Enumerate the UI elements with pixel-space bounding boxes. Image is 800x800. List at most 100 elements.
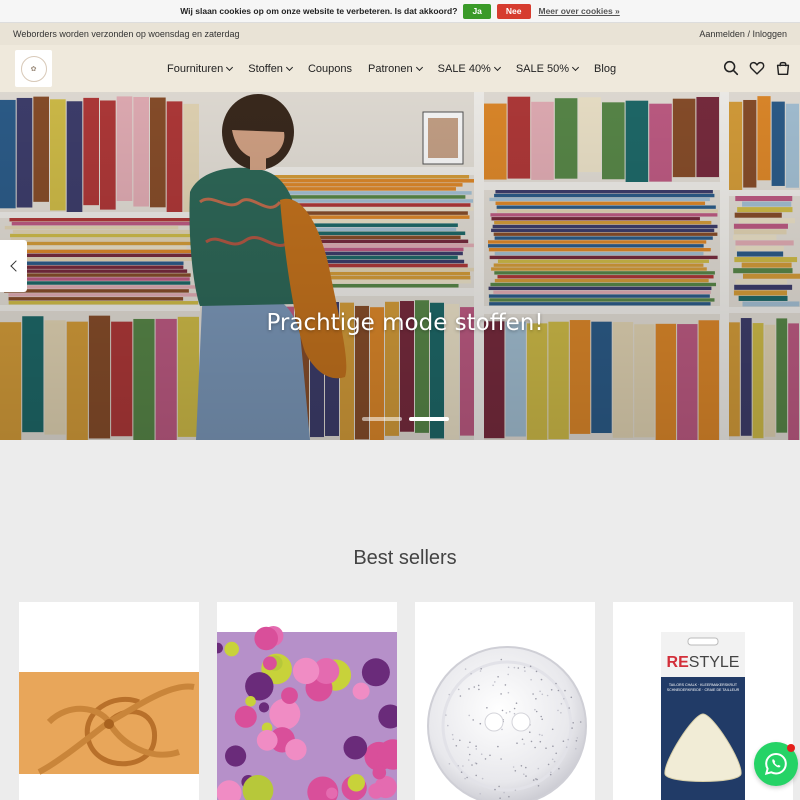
nav-item-stoffen[interactable]: Stoffen [248, 63, 293, 75]
cookie-decline-button[interactable]: Nee [496, 3, 531, 19]
glitter-speck [467, 746, 469, 749]
glitter-speck [503, 791, 505, 794]
glitter-speck [546, 694, 549, 697]
glitter-speck [470, 672, 472, 675]
cart-icon[interactable] [774, 59, 792, 77]
nav-item-coupons[interactable]: Coupons [308, 63, 352, 75]
glitter-speck [551, 758, 554, 761]
cookie-message: Wij slaan cookies op om onze website te … [180, 6, 458, 16]
nav-item-fournituren[interactable]: Fournituren [167, 63, 234, 75]
chalk-brand-text: RESTYLE [667, 654, 740, 671]
glitter-speck [517, 667, 520, 669]
flower-motif [281, 687, 298, 704]
slider-dot[interactable] [362, 417, 402, 421]
glitter-speck [452, 738, 454, 741]
slider-prev-button[interactable] [0, 240, 27, 292]
glitter-speck [468, 688, 470, 690]
chevron-down-icon [415, 63, 423, 71]
glitter-speck [457, 764, 460, 767]
glitter-speck [471, 764, 473, 766]
glitter-speck [551, 728, 554, 731]
glitter-speck [572, 722, 574, 724]
glitter-speck [555, 682, 557, 685]
hero-image [0, 92, 800, 440]
header-actions [714, 59, 792, 77]
flower-motif [269, 698, 301, 730]
glitter-speck [532, 693, 534, 695]
glitter-speck [523, 743, 525, 745]
hero-caption: Prachtige mode stoffen! [266, 310, 544, 336]
flower-motif [343, 735, 368, 760]
glitter-speck [494, 681, 496, 683]
flower-motif [352, 682, 370, 700]
glitter-speck [475, 745, 477, 747]
glitter-speck [455, 745, 458, 747]
login-link[interactable]: Aanmelden [699, 29, 745, 39]
product-card[interactable] [217, 602, 397, 800]
glitter-speck [536, 778, 538, 781]
glitter-speck [451, 733, 454, 736]
glitter-speck [560, 703, 563, 705]
glitter-speck [480, 668, 482, 670]
glitter-speck [523, 773, 525, 775]
chevron-down-icon [226, 63, 234, 71]
glitter-speck [505, 712, 508, 714]
glitter-speck [539, 740, 542, 743]
glitter-speck [524, 670, 526, 672]
glitter-speck [513, 712, 516, 715]
flower-motif [263, 656, 277, 671]
chevron-down-icon [572, 63, 580, 71]
glitter-speck [474, 762, 477, 764]
nav-item-sale-50[interactable]: SALE 50% [515, 62, 580, 75]
flower-motif [225, 745, 247, 767]
glitter-speck [473, 686, 476, 688]
flower-motif [292, 657, 320, 685]
glitter-speck [475, 748, 478, 750]
glitter-speck [520, 765, 523, 767]
glitter-speck [501, 709, 504, 712]
product-card[interactable] [19, 602, 199, 800]
cookie-more-link[interactable]: Meer over cookies » [539, 6, 620, 16]
glitter-speck [537, 767, 540, 770]
slider-dot-active[interactable] [409, 417, 449, 421]
flower-motif [368, 783, 384, 799]
glitter-speck [563, 697, 565, 700]
glitter-speck [535, 710, 538, 713]
register-link[interactable]: Inloggen [752, 29, 787, 39]
heart-icon[interactable] [748, 59, 766, 77]
glitter-speck [512, 766, 515, 768]
product-card[interactable] [415, 602, 595, 800]
search-icon[interactable] [722, 59, 740, 77]
glitter-speck [521, 738, 524, 741]
site-logo[interactable]: ✿ [15, 50, 52, 87]
glitter-speck [571, 727, 573, 729]
glitter-speck [534, 708, 536, 711]
glitter-speck [464, 668, 467, 670]
glitter-speck [499, 797, 501, 799]
best-sellers-title: Best sellers [353, 547, 457, 569]
glitter-speck [464, 777, 466, 780]
product-image-glitter-button [427, 646, 587, 800]
glitter-speck [538, 733, 541, 736]
glitter-speck [575, 747, 577, 750]
nav-item-sale-40[interactable]: SALE 40% [438, 63, 501, 75]
glitter-speck [549, 773, 552, 776]
glitter-speck [550, 771, 552, 774]
glitter-speck [479, 722, 482, 725]
glitter-speck [466, 776, 468, 779]
nav-item-blog[interactable]: Blog [594, 63, 616, 75]
glitter-speck [514, 789, 517, 792]
slider-dots [362, 417, 456, 421]
glitter-speck [472, 719, 474, 721]
flower-motif [326, 787, 338, 799]
nav-item-patronen[interactable]: Patronen [368, 63, 423, 75]
glitter-speck [457, 688, 460, 691]
cookie-accept-button[interactable]: Ja [463, 3, 491, 19]
nav-label: SALE 50% [515, 62, 570, 75]
glitter-speck [489, 754, 491, 757]
shipping-notice: Weborders worden verzonden op woensdag e… [13, 29, 240, 39]
glitter-speck [500, 693, 502, 695]
glitter-speck [492, 684, 494, 687]
glitter-speck [576, 737, 579, 739]
glitter-speck [516, 742, 518, 744]
